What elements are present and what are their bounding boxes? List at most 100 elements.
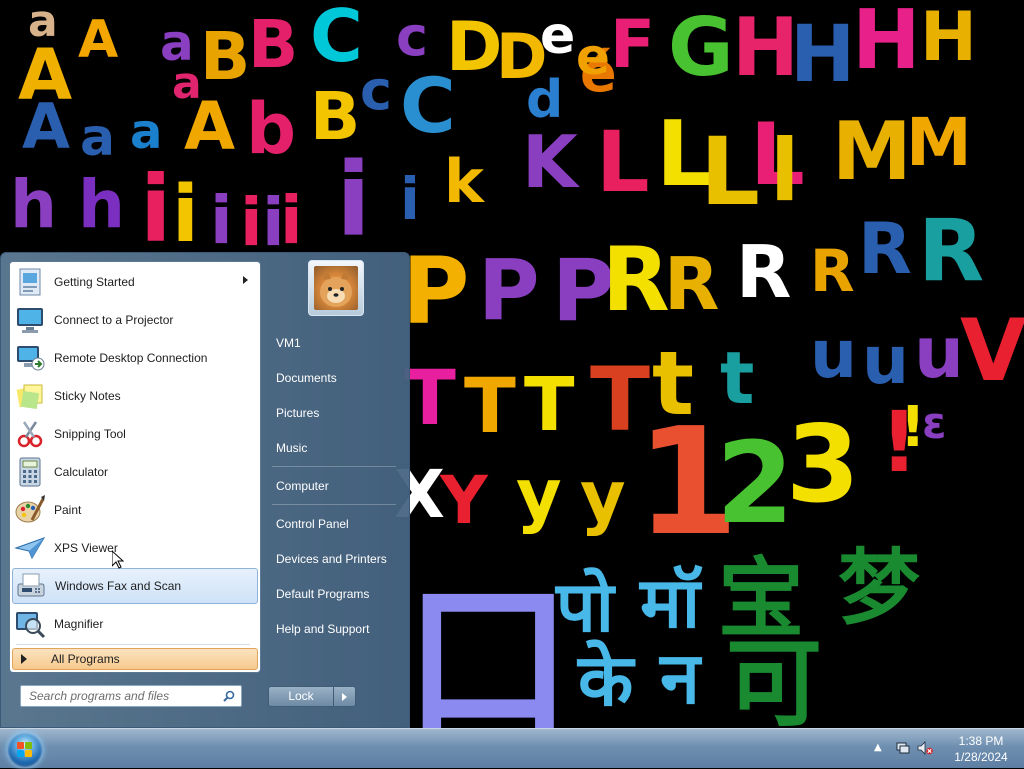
wallpaper-letter: H — [852, 0, 921, 88]
program-item-fax-scan[interactable]: Windows Fax and Scan — [12, 568, 258, 604]
wallpaper-letter: न — [660, 636, 700, 720]
clock-time[interactable]: 1:38 PM — [948, 734, 1014, 748]
user-avatar[interactable] — [308, 260, 364, 316]
wallpaper-letter: H — [790, 10, 856, 100]
wallpaper-letter: i — [336, 141, 371, 260]
search-icon[interactable] — [223, 690, 235, 702]
wallpaper-letter: y — [516, 454, 562, 536]
wallpaper-letter: H — [732, 1, 799, 94]
right-link-music[interactable]: Music — [268, 435, 402, 461]
wallpaper-letter: P — [402, 238, 470, 345]
right-pane-separator — [272, 466, 396, 467]
program-item-projector[interactable]: Connect to a Projector — [12, 302, 258, 338]
wallpaper-letter: c — [396, 5, 429, 68]
wallpaper-letter: C — [400, 61, 456, 150]
program-item-label: Calculator — [54, 465, 109, 479]
fax-scan-icon — [15, 570, 47, 602]
getting-started-icon — [14, 266, 46, 298]
wallpaper-letter: h — [10, 166, 57, 243]
right-link-vm1[interactable]: VM1 — [268, 330, 402, 356]
right-link-devices-and-printers[interactable]: Devices and Printers — [268, 546, 402, 572]
wallpaper-letter: l — [770, 121, 800, 221]
wallpaper-letter: R — [736, 230, 792, 314]
sticky-notes-icon — [14, 380, 46, 412]
wallpaper-letter: T — [404, 353, 456, 442]
system-tray: ▲ 1:38 PM 1/28/2024 — [864, 729, 1024, 769]
right-pane-separator — [272, 504, 396, 505]
program-item-remote-desktop[interactable]: Remote Desktop Connection — [12, 340, 258, 376]
remote-desktop-icon — [14, 342, 46, 374]
right-link-documents[interactable]: Documents — [268, 365, 402, 391]
wallpaper-letter: मॉ — [640, 562, 700, 644]
program-item-getting-started[interactable]: Getting Started — [12, 264, 258, 300]
wallpaper-letter: 2 — [716, 419, 794, 549]
clock-date[interactable]: 1/28/2024 — [948, 750, 1014, 764]
wallpaper-letter: u — [810, 316, 857, 393]
wallpaper-letter: c — [360, 59, 393, 122]
wallpaper-letter: 可 — [726, 628, 822, 728]
program-item-calculator[interactable]: Calculator — [12, 454, 258, 490]
program-item-label: Getting Started — [54, 275, 135, 289]
wallpaper-letter: u — [862, 322, 909, 399]
program-item-label: Paint — [54, 503, 82, 517]
program-item-sticky-notes[interactable]: Sticky Notes — [12, 378, 258, 414]
wallpaper-letter: b — [246, 88, 297, 170]
magnifier-icon — [14, 608, 46, 640]
wallpaper-letter: A — [78, 10, 119, 70]
all-programs-button[interactable]: All Programs — [12, 648, 258, 670]
wallpaper-letter: V — [960, 301, 1024, 401]
wallpaper-letter: i — [240, 184, 263, 261]
right-link-default-programs[interactable]: Default Programs — [268, 581, 402, 607]
snipping-tool-icon — [14, 418, 46, 450]
wallpaper-letter: y — [580, 456, 626, 538]
wallpaper-letter: e — [576, 28, 610, 86]
wallpaper-letter: G — [668, 1, 734, 94]
shutdown-options-button[interactable] — [334, 686, 356, 707]
program-item-xps-viewer[interactable]: XPS Viewer — [12, 530, 258, 566]
wallpaper-letter: i — [140, 156, 172, 263]
wallpaper-letter: ε — [922, 398, 947, 449]
wallpaper-letter: R — [602, 228, 670, 331]
user-picture-dog-icon — [314, 266, 358, 310]
program-item-label: Windows Fax and Scan — [55, 579, 182, 593]
network-icon[interactable] — [896, 741, 910, 755]
xps-viewer-icon — [14, 532, 46, 564]
program-item-label: Connect to a Projector — [54, 313, 174, 327]
chevron-right-icon — [342, 693, 347, 701]
wallpaper-letter: h — [78, 166, 125, 243]
program-item-snipping-tool[interactable]: Snipping Tool — [12, 416, 258, 452]
wallpaper-letter: i — [400, 165, 420, 233]
program-item-label: Sticky Notes — [54, 389, 121, 403]
wallpaper-letter: P — [478, 241, 540, 339]
start-button[interactable] — [7, 732, 43, 768]
mouse-cursor-icon — [112, 551, 124, 569]
right-link-computer[interactable]: Computer — [268, 473, 402, 499]
wallpaper-letter: के — [578, 638, 634, 722]
wallpaper-letter: T — [464, 361, 516, 450]
paint-icon — [14, 494, 46, 526]
right-link-control-panel[interactable]: Control Panel — [268, 511, 402, 537]
wallpaper-letter: R — [664, 242, 720, 326]
program-item-label: Remote Desktop Connection — [54, 351, 208, 365]
search-box[interactable] — [20, 685, 242, 707]
wallpaper-letter: M — [906, 104, 972, 181]
program-item-magnifier[interactable]: Magnifier — [12, 606, 258, 642]
volume-muted-icon[interactable] — [917, 741, 933, 755]
wallpaper-letter: L — [596, 113, 650, 211]
wallpaper-letter: B — [200, 18, 251, 95]
program-item-label: XPS Viewer — [54, 541, 118, 555]
wallpaper-letter: i — [210, 182, 233, 259]
show-hidden-icons-icon[interactable]: ▲ — [874, 742, 882, 753]
wallpaper-letter: R — [918, 201, 985, 301]
program-list-pane: Getting Started Connect to a Projector Rem… — [9, 261, 261, 673]
program-item-paint[interactable]: Paint — [12, 492, 258, 528]
wallpaper-letter: u — [914, 312, 964, 394]
wallpaper-letter: i — [280, 182, 303, 259]
taskbar: ▲ 1:38 PM 1/28/2024 — [0, 728, 1024, 768]
wallpaper-letter: H — [920, 0, 977, 77]
lock-button[interactable]: Lock — [268, 686, 334, 707]
right-link-help-and-support[interactable]: Help and Support — [268, 616, 402, 642]
wallpaper-letter: R — [858, 208, 912, 290]
right-link-pictures[interactable]: Pictures — [268, 400, 402, 426]
search-input[interactable] — [21, 686, 217, 706]
